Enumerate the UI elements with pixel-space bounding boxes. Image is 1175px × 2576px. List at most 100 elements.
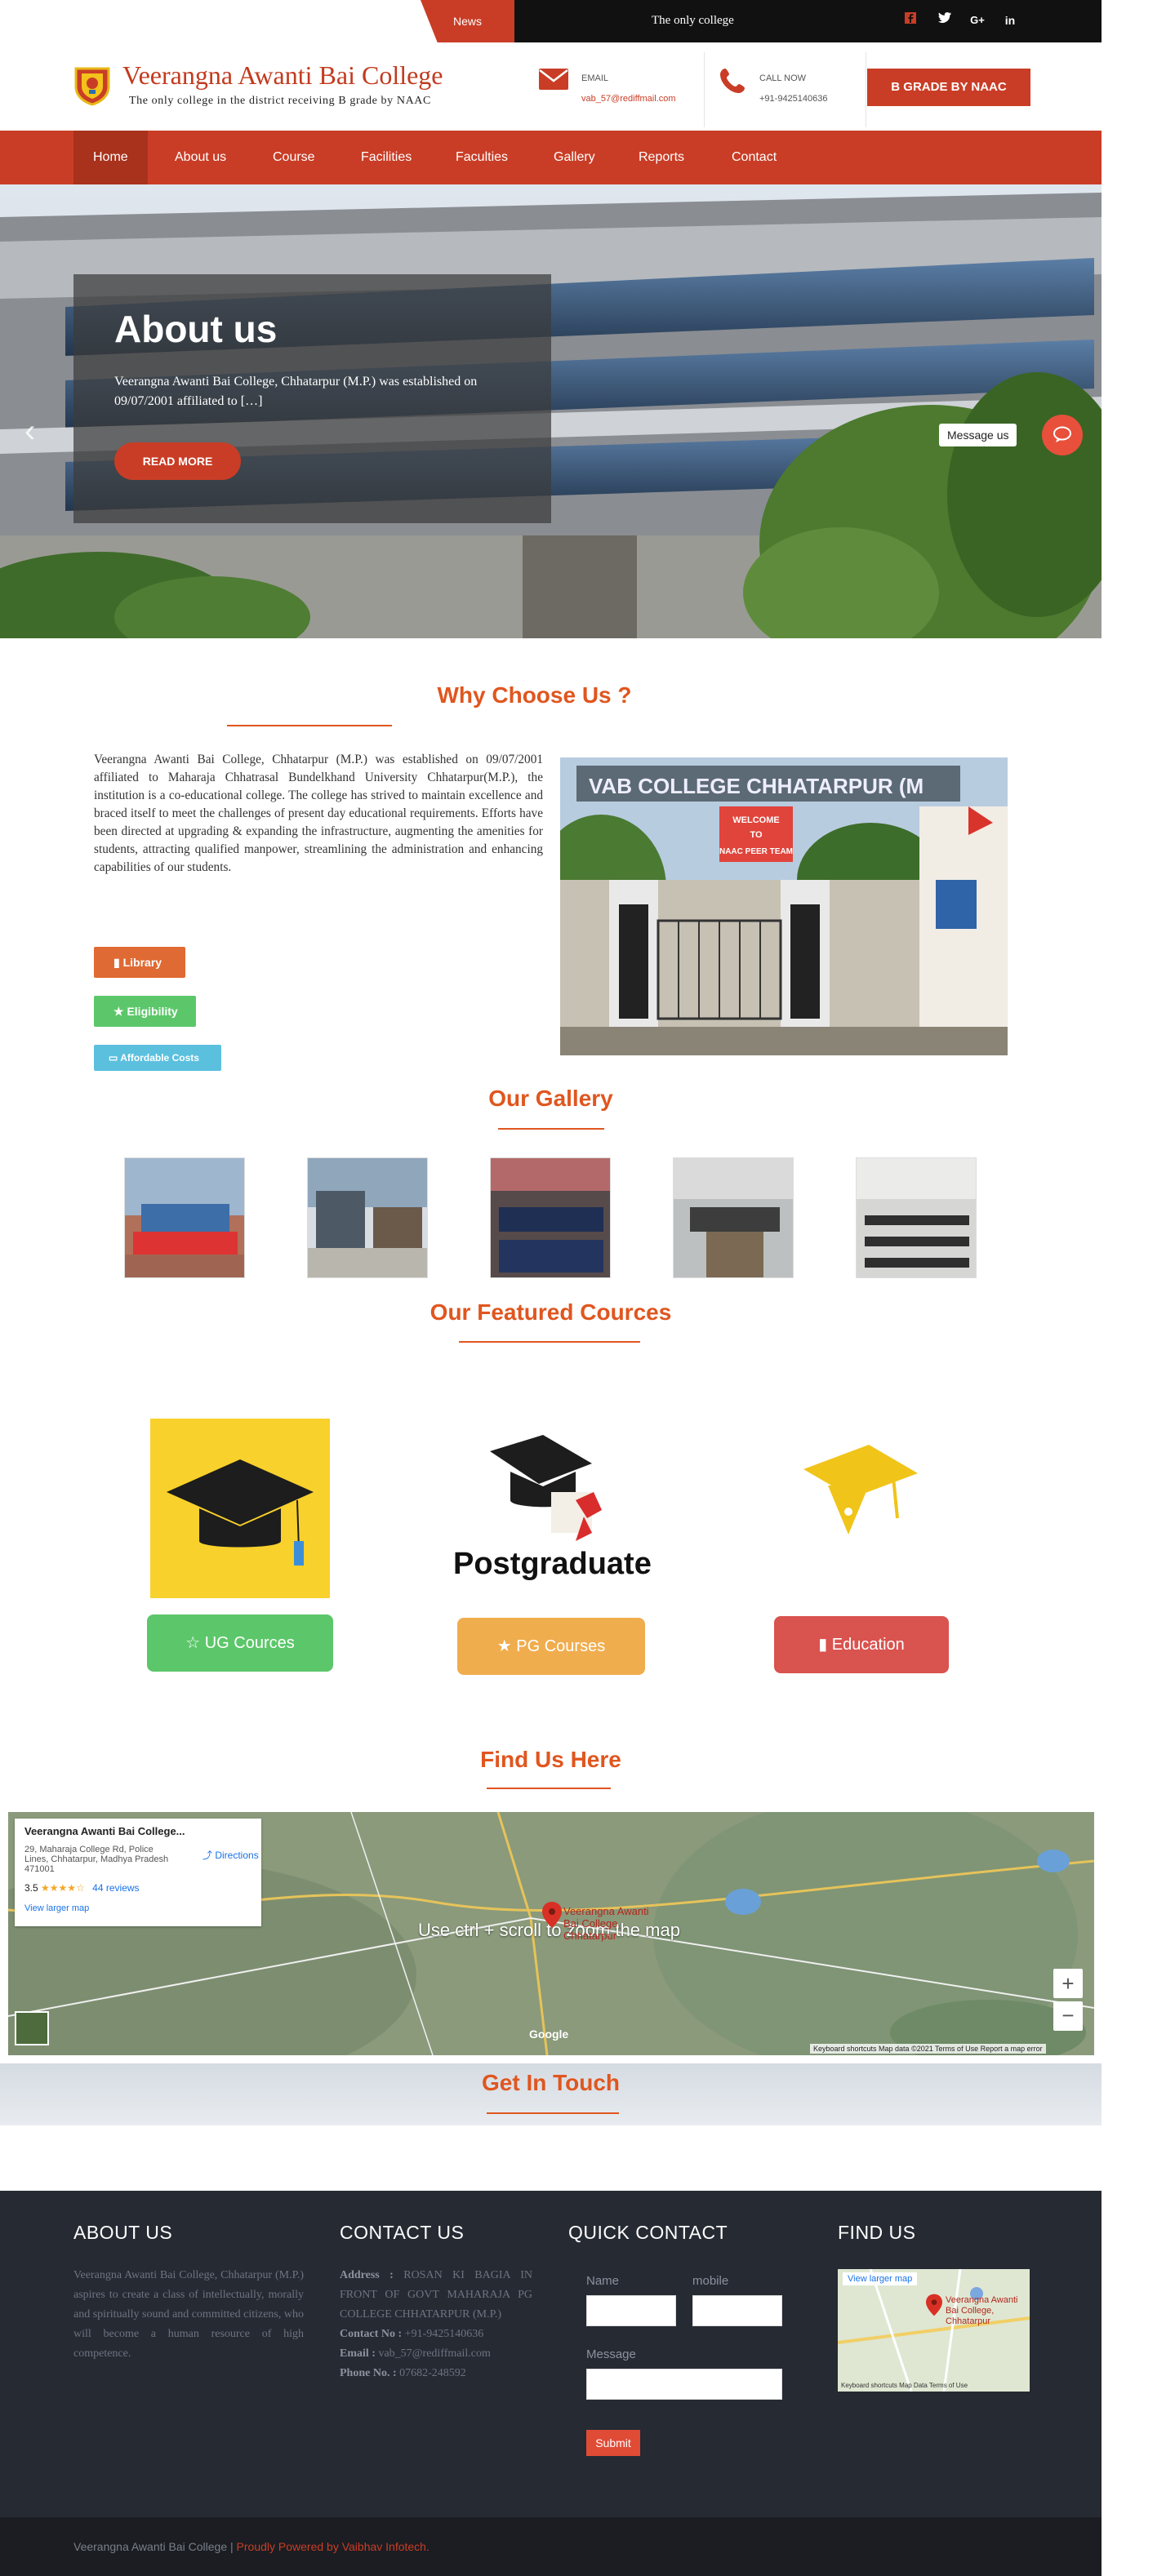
hero-text: Veerangna Awanti Bai College, Chhatarpur… <box>114 375 478 408</box>
nav-reports[interactable]: Reports <box>619 131 704 184</box>
footer-mini-map[interactable] <box>838 2269 1030 2392</box>
banner-line-2: TO <box>750 830 763 840</box>
gallery-thumbnail[interactable] <box>856 1157 977 1278</box>
footer-contact-title: CONTACT US <box>340 2222 465 2243</box>
affordable-costs-pill[interactable]: ▭ Affordable Costs <box>94 1045 221 1071</box>
education-button[interactable]: ▮ Education <box>774 1616 949 1673</box>
college-gate-photo: VAB COLLEGE CHHATARPUR (M WELCOME TO NAA… <box>560 757 1008 1055</box>
call-value[interactable]: +91-9425140636 <box>759 94 828 104</box>
linkedin-icon[interactable]: in <box>1001 11 1019 29</box>
zoom-in-button[interactable]: + <box>1053 1969 1083 1998</box>
copyright-text: Veerangna Awanti Bai College | Proudly P… <box>73 2540 429 2553</box>
copyright-label: Veerangna Awanti Bai College | <box>73 2540 237 2553</box>
eligibility-label: Eligibility <box>127 1005 178 1018</box>
pg-courses-label: PG Courses <box>516 1637 606 1655</box>
footer-quick-contact-title: QUICK CONTACT <box>568 2222 728 2243</box>
nav-faculties[interactable]: Faculties <box>436 131 527 184</box>
footer-view-larger-map[interactable]: View larger map <box>843 2272 918 2285</box>
email-value[interactable]: vab_57@rediffmail.com <box>581 94 676 104</box>
chevron-left-icon[interactable]: ‹ <box>24 413 35 450</box>
gallery-thumbnail[interactable] <box>490 1157 611 1278</box>
book-icon: ▮ <box>113 956 123 969</box>
name-field[interactable] <box>586 2295 676 2326</box>
book-icon: ▮ <box>818 1636 832 1654</box>
read-more-button[interactable]: READ MORE <box>114 442 241 480</box>
nav-gallery[interactable]: Gallery <box>534 131 615 184</box>
library-pill[interactable]: ▮ Library <box>94 947 185 978</box>
nav-home[interactable]: Home <box>73 131 148 184</box>
why-title: Why Choose Us ? <box>437 682 632 708</box>
college-logo[interactable] <box>73 65 111 106</box>
why-text: Veerangna Awanti Bai College, Chhatarpur… <box>94 753 543 874</box>
postgraduate-image: Postgraduate <box>453 1419 657 1586</box>
title-underline <box>227 725 392 726</box>
satellite-toggle[interactable] <box>15 2011 49 2045</box>
hero-slider[interactable]: About us Veerangna Awanti Bai College, C… <box>0 184 1102 638</box>
news-ticker: The only college <box>652 14 734 27</box>
site-title[interactable]: Veerangna Awanti Bai College <box>122 60 443 91</box>
library-label: Library <box>122 956 162 969</box>
title-underline <box>487 1788 611 1789</box>
message-field[interactable] <box>586 2369 782 2400</box>
footer-about-title: ABOUT US <box>73 2222 173 2243</box>
title-underline <box>459 1341 640 1343</box>
naac-grade-button[interactable]: B GRADE BY NAAC <box>867 69 1030 106</box>
gallery-thumbnail[interactable] <box>307 1157 428 1278</box>
title-underline <box>498 1128 604 1130</box>
pen-cap-icon <box>795 1437 918 1563</box>
footer-email-label: Email : <box>340 2347 376 2360</box>
zoom-out-button[interactable]: − <box>1053 2001 1083 2031</box>
hero-title: About us <box>114 308 278 350</box>
google-plus-icon[interactable]: G+ <box>968 11 986 29</box>
map-address: 29, Maharaja College Rd, Police Lines, C… <box>24 1845 169 1874</box>
star-icon: ☆ <box>185 1634 205 1652</box>
phone-icon <box>719 67 746 101</box>
gallery-thumbnail[interactable] <box>673 1157 794 1278</box>
ug-courses-button[interactable]: ☆ UG Cources <box>147 1614 333 1672</box>
submit-button[interactable]: Submit <box>586 2430 640 2456</box>
name-label: Name <box>586 2274 620 2288</box>
footer-map-attribution: Keyboard shortcuts Map Data Terms of Use <box>841 2382 968 2389</box>
pg-courses-button[interactable]: ★ PG Courses <box>457 1618 645 1675</box>
nav-contact[interactable]: Contact <box>712 131 796 184</box>
nav-about[interactable]: About us <box>155 131 246 184</box>
twitter-icon[interactable] <box>936 11 954 29</box>
phone-no-value: 07682-248592 <box>399 2367 466 2379</box>
map-attribution[interactable]: Keyboard shortcuts Map data ©2021 Terms … <box>810 2044 1046 2054</box>
map-rating: 3.5 ★★★★☆ 44 reviews <box>24 1882 140 1894</box>
footer-map-pin-icon <box>926 2294 942 2321</box>
gallery-thumbnail[interactable] <box>124 1157 245 1278</box>
mobile-field[interactable] <box>692 2295 782 2326</box>
google-logo: Google <box>529 2027 569 2041</box>
facebook-icon[interactable] <box>901 11 919 29</box>
main-nav: Home About us Course Facilities Facultie… <box>0 131 1102 184</box>
banner-line-3: NAAC PEER TEAM <box>719 847 793 856</box>
find-us-title: Find Us Here <box>480 1747 621 1772</box>
ug-courses-label: UG Cources <box>204 1634 295 1652</box>
phone-no-label: Phone No. : <box>340 2367 397 2379</box>
message-us-bubble[interactable]: Message us <box>939 424 1017 446</box>
map-pin-icon[interactable] <box>542 1902 562 1932</box>
gate-sign-text: VAB COLLEGE CHHATARPUR (M <box>589 774 924 798</box>
money-icon: ▭ <box>109 1052 121 1064</box>
directions-label: Directions <box>215 1850 259 1861</box>
courses-title: Our Featured Cources <box>429 1299 672 1325</box>
mobile-label: mobile <box>692 2274 729 2288</box>
header-divider <box>704 52 705 127</box>
view-larger-map-link[interactable]: View larger map <box>24 1903 89 1913</box>
chat-icon[interactable] <box>1042 415 1083 455</box>
nav-facilities[interactable]: Facilities <box>341 131 431 184</box>
title-underline <box>487 2112 619 2114</box>
powered-by-link[interactable]: Proudly Powered by Vaibhav Infotech. <box>237 2540 429 2553</box>
star-icon: ★ <box>496 1637 517 1655</box>
call-label: CALL NOW <box>759 73 807 83</box>
nav-course[interactable]: Course <box>253 131 335 184</box>
footer-about-text: Veerangna Awanti Bai College, Chhatarpur… <box>73 2269 304 2360</box>
contact-no-value: +91-9425140636 <box>404 2328 484 2340</box>
eligibility-pill[interactable]: ★ Eligibility <box>94 996 196 1027</box>
footer-map-pin-label: Veerangna Awanti Bai College, Chhatarpur <box>946 2295 1018 2326</box>
affordable-costs-label: Affordable Costs <box>120 1052 199 1064</box>
map-place-name[interactable]: Veerangna Awanti Bai College... <box>24 1825 185 1837</box>
footer-contact-details: Address : ROSAN KI BAGIA IN FRONT OF GOV… <box>340 2266 532 2383</box>
map-directions[interactable]: ⤴ Directions <box>203 1848 259 1862</box>
